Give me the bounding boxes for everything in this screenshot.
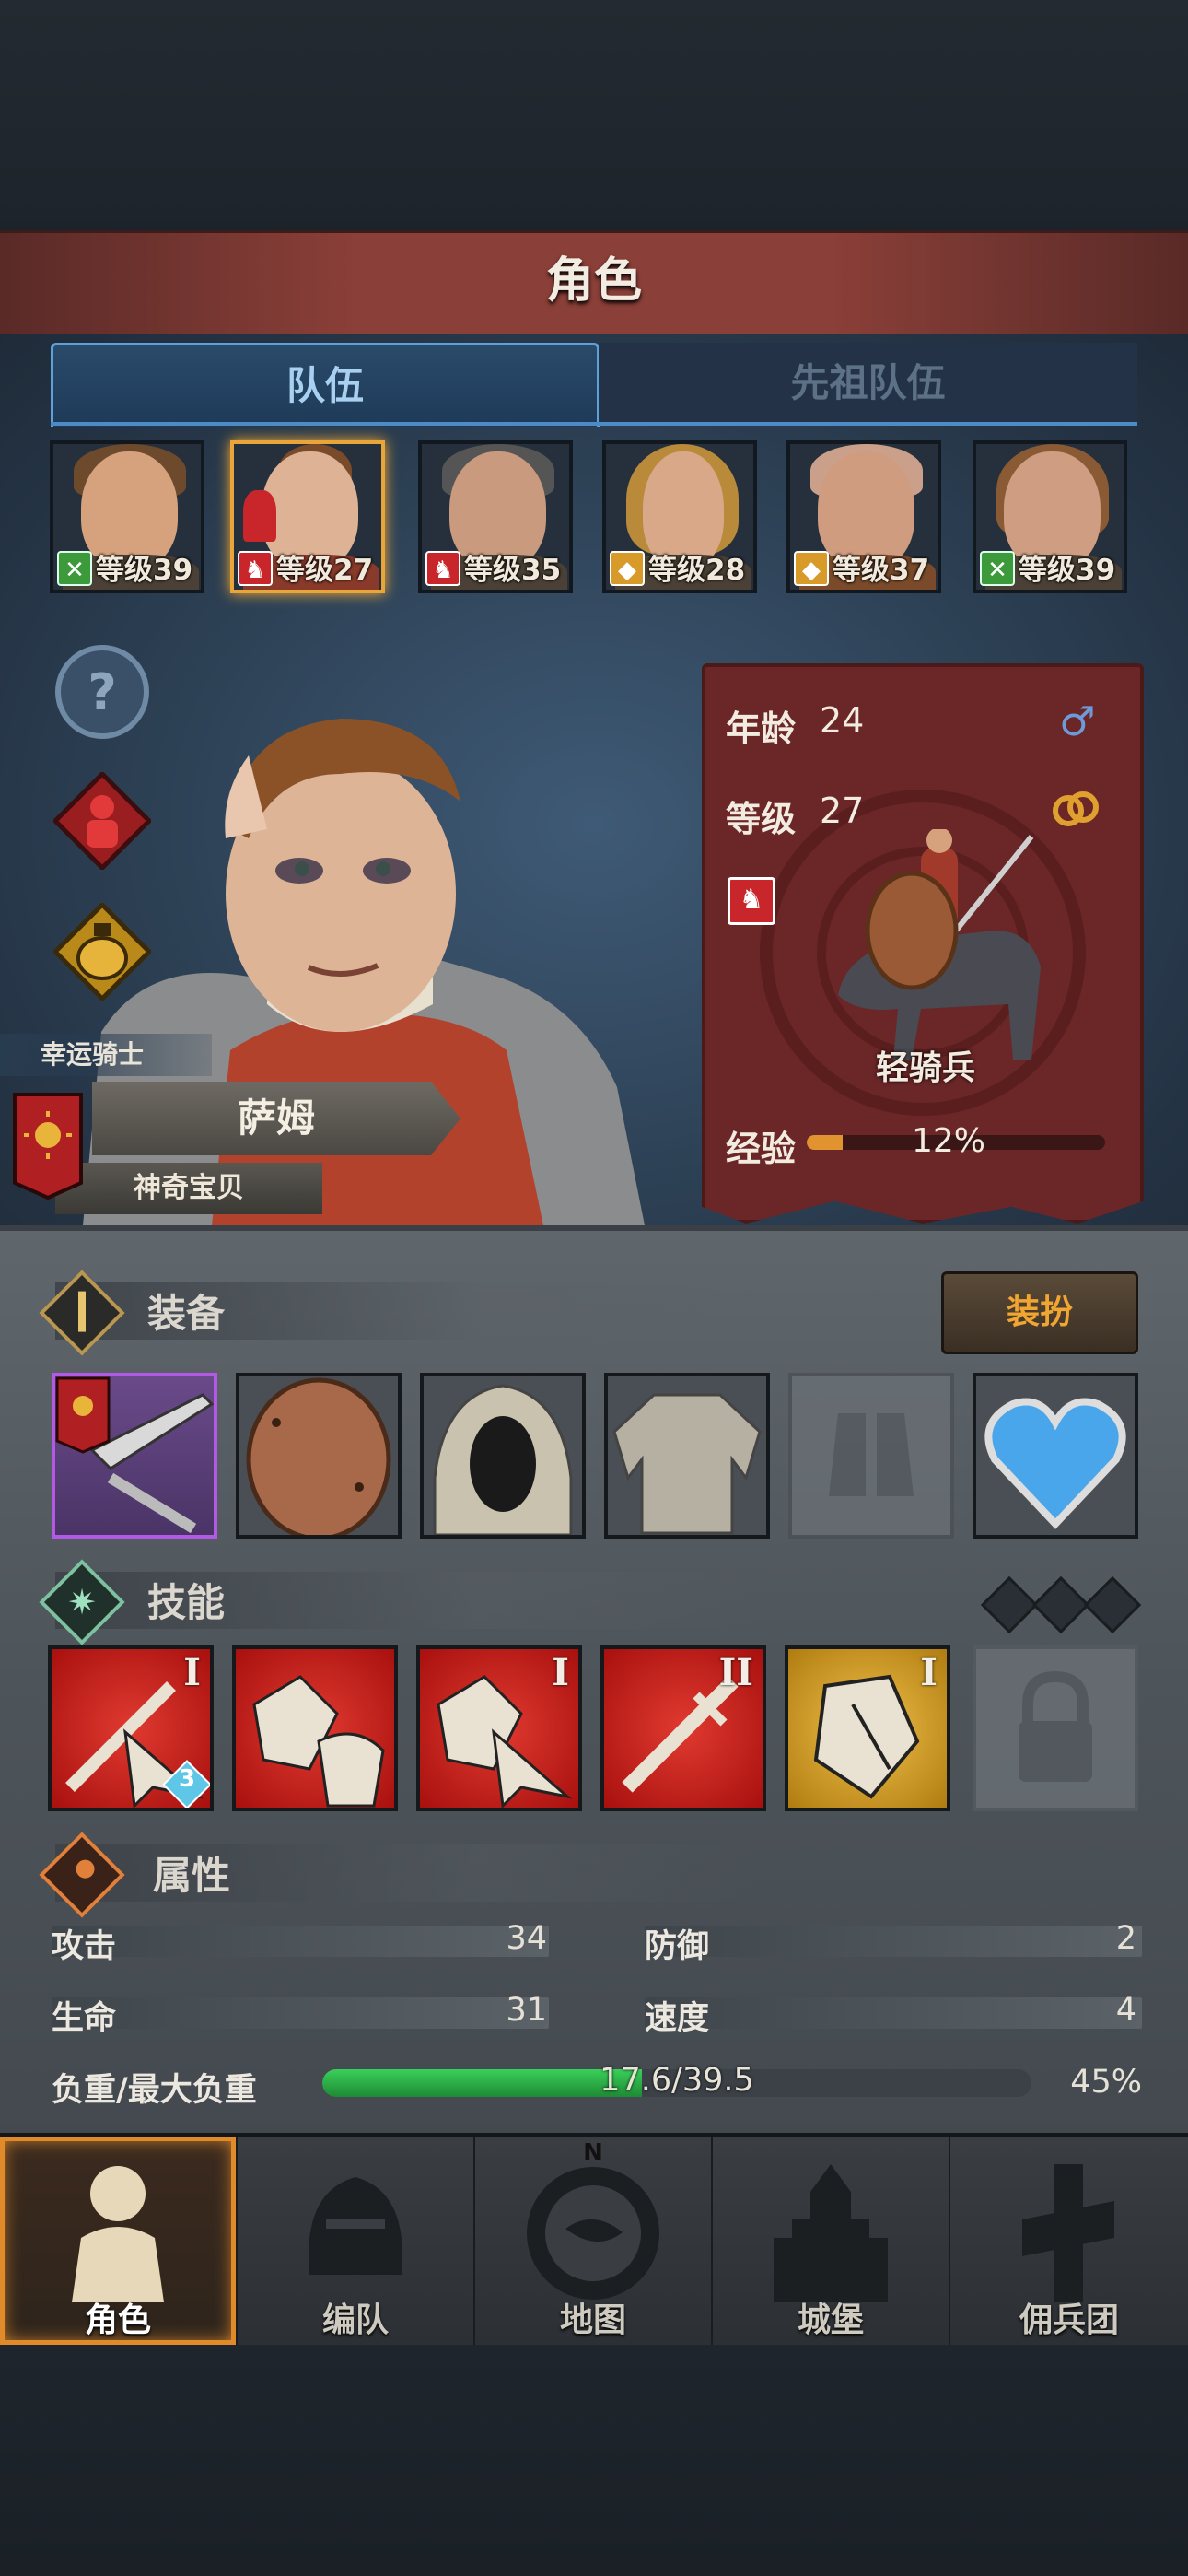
- round-shield-icon: [246, 1377, 391, 1535]
- roster-portrait-3[interactable]: ♞ 等级35: [418, 440, 573, 593]
- boots-icon: [829, 1413, 914, 1496]
- archer-icon: ✕: [57, 551, 92, 586]
- skill-rank: I: [552, 1651, 569, 1694]
- hero-nickname: 神奇宝贝: [55, 1163, 322, 1214]
- lock-icon: [1019, 1670, 1092, 1782]
- skill-slot-3[interactable]: I: [416, 1645, 582, 1811]
- lance-icon: [55, 1376, 214, 1534]
- skill-rank: II: [718, 1651, 753, 1694]
- shield-horse-icon: [252, 1675, 385, 1808]
- equip-slot-helmet[interactable]: [420, 1373, 586, 1539]
- exp-percent: 12%: [912, 1122, 986, 1160]
- heart-amulet-icon: [984, 1398, 1126, 1529]
- unit-type-label: 轻骑兵: [875, 1049, 975, 1087]
- skill-rank: I: [183, 1651, 201, 1694]
- equip-slot-boots-empty[interactable]: [788, 1373, 954, 1539]
- load-label: 负重/最大负重: [52, 2072, 257, 2109]
- compass-letter: N: [583, 2139, 603, 2167]
- helmet-icon: [309, 2177, 402, 2275]
- background-top: [0, 0, 1188, 230]
- hero-name[interactable]: 萨姆: [92, 1082, 460, 1155]
- roster-portrait-6[interactable]: ✕ 等级39: [973, 440, 1127, 593]
- skill-rank: I: [920, 1651, 938, 1694]
- light-cavalry-illustration: [810, 827, 1068, 1072]
- page-title: 角色: [545, 253, 642, 309]
- attributes-title: 属性: [153, 1853, 231, 1898]
- male-icon: ♂: [1059, 698, 1096, 745]
- speed-label: 速度: [645, 2000, 710, 2037]
- load-percent: 45%: [1070, 2064, 1142, 2101]
- defense-label: 防御: [645, 1928, 710, 1965]
- tab-team[interactable]: 队伍: [51, 343, 600, 427]
- load-value: 17.6/39.5: [600, 2062, 754, 2099]
- defense-value: 2: [1115, 1920, 1136, 1957]
- attack-value: 34: [506, 1920, 547, 1957]
- portrait-level: 等级28: [648, 554, 746, 587]
- nav-label: 地图: [559, 2301, 626, 2339]
- nav-label: 角色: [84, 2301, 151, 2339]
- attack-label: 攻击: [52, 1928, 117, 1965]
- equip-slot-amulet[interactable]: [973, 1373, 1138, 1539]
- skill-slot-1[interactable]: I 3: [48, 1645, 214, 1811]
- nav-castle[interactable]: 城堡: [713, 2137, 951, 2345]
- mercenary-icon: [1022, 2164, 1114, 2302]
- portrait-level: 等级37: [833, 554, 930, 587]
- equip-slot-armor[interactable]: [604, 1373, 770, 1539]
- sun-banner-icon: [11, 1091, 85, 1201]
- person-icon: [243, 490, 276, 542]
- archer-icon: ✕: [980, 551, 1015, 586]
- nav-character[interactable]: 角色: [0, 2137, 239, 2345]
- chainmail-icon: [612, 1393, 762, 1535]
- skill-slot-4[interactable]: II: [600, 1645, 766, 1811]
- ring-icon: [1050, 785, 1101, 835]
- horse-icon: ♞: [238, 551, 273, 586]
- portrait-level: 等级39: [1019, 554, 1116, 587]
- age-value: 24: [820, 700, 865, 741]
- skill-level-badge-text: 3: [178, 1765, 196, 1793]
- outfit-button[interactable]: 装扮: [941, 1271, 1138, 1354]
- hero-class-label: 幸运骑士: [0, 1034, 212, 1076]
- roster-portrait-2[interactable]: ♞ 等级27: [230, 440, 385, 593]
- exp-label: 经验: [726, 1129, 797, 1169]
- nav-formation[interactable]: 编队: [238, 2137, 476, 2345]
- exp-bar-fill: [807, 1135, 843, 1150]
- skill-slot-5[interactable]: I: [785, 1645, 950, 1811]
- portrait-level: 等级27: [276, 554, 374, 587]
- roster-portrait-1[interactable]: ✕ 等级39: [50, 440, 204, 593]
- portrait-level: 等级39: [96, 554, 193, 587]
- background-bottom: [0, 2345, 1188, 2576]
- skills-title: 技能: [147, 1580, 226, 1625]
- speed-value: 4: [1115, 1992, 1136, 2029]
- horse-icon: ♞: [425, 551, 460, 586]
- hood-icon: [433, 1384, 573, 1535]
- hp-value: 31: [506, 1992, 547, 2029]
- hp-label: 生命: [52, 2000, 117, 2037]
- equip-slot-shield[interactable]: [236, 1373, 402, 1539]
- roster-portrait-4[interactable]: ◆ 等级28: [602, 440, 757, 593]
- shield-icon: ◆: [610, 551, 645, 586]
- age-label: 年龄: [726, 708, 797, 749]
- knight-icon: [72, 2166, 164, 2302]
- nav-mercenary[interactable]: 佣兵团: [950, 2137, 1188, 2345]
- horse-icon: ♞: [728, 877, 775, 925]
- nav-label: 编队: [321, 2301, 389, 2339]
- tab-ancestor-team[interactable]: 先祖队伍: [599, 343, 1137, 424]
- equipment-title: 装备: [147, 1291, 226, 1336]
- roster-portrait-5[interactable]: ◆ 等级37: [786, 440, 941, 593]
- nav-label: 城堡: [797, 2301, 864, 2339]
- compass-icon: N: [527, 2139, 659, 2300]
- tab-underline: [51, 422, 1137, 426]
- level-label: 等级: [726, 799, 797, 839]
- skill-slot-2[interactable]: [232, 1645, 398, 1811]
- castle-icon: [774, 2164, 888, 2302]
- level-value: 27: [820, 790, 865, 831]
- nav-map[interactable]: N 地图: [475, 2137, 714, 2345]
- portrait-level: 等级35: [464, 554, 562, 587]
- nav-label: 佣兵团: [1019, 2301, 1119, 2339]
- shield-icon: ◆: [794, 551, 829, 586]
- equip-slot-weapon[interactable]: [52, 1373, 217, 1539]
- skill-slot-locked[interactable]: [973, 1645, 1138, 1811]
